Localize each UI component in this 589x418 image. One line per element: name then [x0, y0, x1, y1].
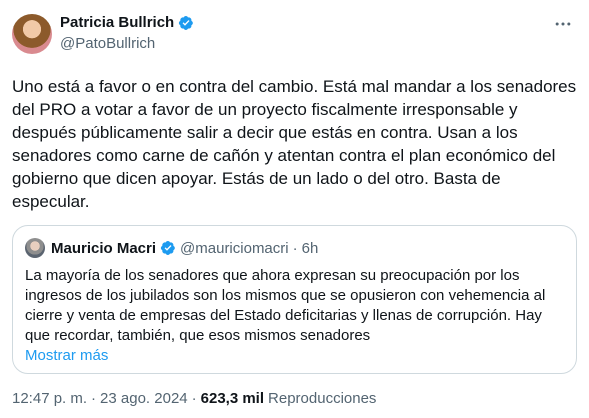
tweet: Patricia Bullrich @PatoBullrich Uno está… [0, 0, 589, 418]
meta-separator: · [191, 390, 197, 407]
tweet-time[interactable]: 12:47 p. m. [12, 390, 87, 407]
author-handle[interactable]: @PatoBullrich [60, 34, 194, 54]
views-count: 623,3 mil [200, 390, 265, 407]
views-label: Reproducciones [268, 390, 377, 407]
tweet-text: Uno está a favor o en contra del cambio.… [12, 77, 577, 211]
quoted-separator: · [292, 239, 298, 257]
meta-separator: · [91, 390, 97, 407]
quoted-handle: @mauriciomacri [180, 239, 289, 257]
show-more-link[interactable]: Mostrar más [25, 346, 564, 366]
verified-badge-icon [179, 16, 194, 30]
quoted-tweet[interactable]: Mauricio Macri @mauriciomacri · 6h La ma… [12, 225, 577, 374]
author-display-name[interactable]: Patricia Bullrich [60, 13, 174, 33]
tweet-meta: 12:47 p. m. · 23 ago. 2024 · 623,3 mil R… [12, 390, 573, 407]
author-names: Patricia Bullrich @PatoBullrich [60, 12, 194, 54]
name-row: Patricia Bullrich [60, 13, 194, 33]
tweet-date[interactable]: 23 ago. 2024 [100, 390, 188, 407]
more-dots-icon [555, 22, 571, 26]
quoted-tweet-header: Mauricio Macri @mauriciomacri · 6h [25, 238, 564, 258]
quoted-avatar [25, 238, 45, 258]
quoted-text: La mayoría de los senadores que ahora ex… [25, 267, 546, 344]
quoted-verified-badge-icon [160, 241, 175, 255]
avatar[interactable] [12, 14, 52, 54]
quoted-display-name: Mauricio Macri [51, 239, 157, 257]
more-horizontal-icon[interactable] [553, 14, 573, 39]
quoted-time: 6h [301, 239, 319, 257]
tweet-header: Patricia Bullrich @PatoBullrich [12, 12, 573, 60]
